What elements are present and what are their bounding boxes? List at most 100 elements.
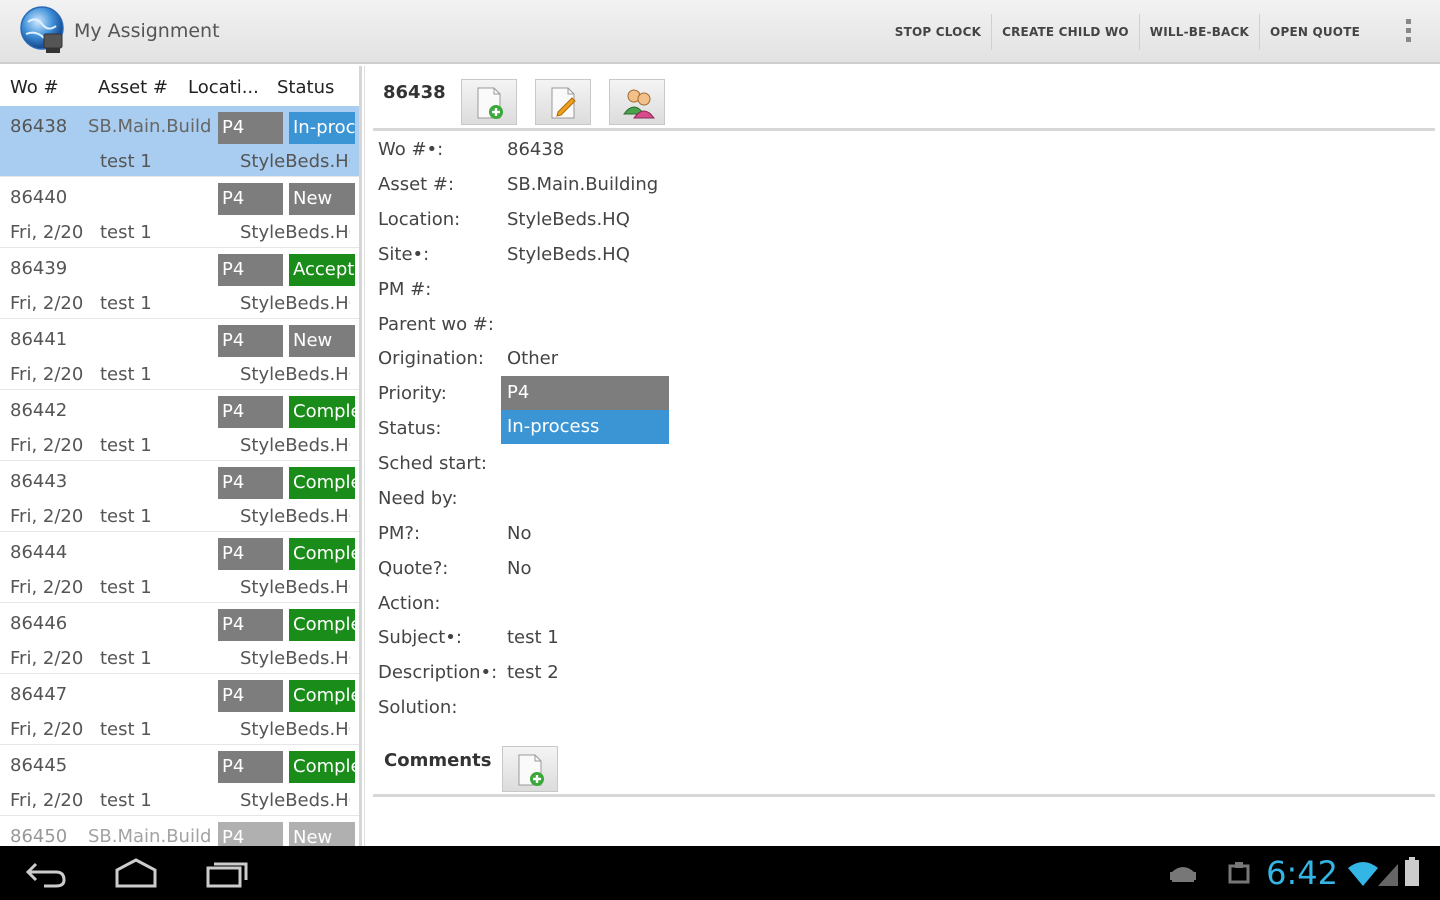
location: StyleBeds.HQ — [240, 222, 350, 243]
subject: test 1 — [100, 790, 152, 811]
new-document-icon — [477, 87, 503, 119]
asset-number: SB.Main.Building — [88, 116, 212, 137]
subject: test 1 — [100, 293, 152, 314]
label-quote: Quote?: — [378, 558, 449, 579]
label-solution: Solution: — [378, 697, 458, 718]
value-subject: test 1 — [507, 627, 559, 648]
header-divider — [373, 128, 1435, 131]
priority-badge: P4 — [218, 112, 283, 144]
header-status[interactable]: Status — [277, 77, 334, 98]
label-asset: Asset #: — [378, 174, 455, 195]
header-asset[interactable]: Asset # — [98, 77, 168, 98]
value-quote: No — [507, 558, 532, 579]
list-item[interactable]: 86440 P4 New Fri, 2/20 test 1 StyleBeds.… — [0, 177, 359, 248]
label-priority: Priority: — [378, 383, 447, 404]
value-site: StyleBeds.HQ — [507, 244, 630, 265]
label-pm: PM?: — [378, 523, 421, 544]
comments-divider — [373, 794, 1435, 797]
status-badge: Completed — [289, 467, 355, 499]
header-wo[interactable]: Wo # — [10, 77, 59, 98]
recent-apps-icon[interactable] — [204, 856, 250, 890]
status-badge: Completed — [289, 538, 355, 570]
battery-icon — [1405, 857, 1419, 886]
subject: test 1 — [100, 151, 152, 172]
new-document-icon — [518, 754, 544, 786]
value-location: StyleBeds.HQ — [507, 209, 630, 230]
value-description: test 2 — [507, 662, 559, 683]
edit-document-icon — [551, 87, 576, 119]
home-icon[interactable] — [113, 856, 159, 890]
list-item[interactable]: 86450 SB.Main.Building P4 New — [0, 816, 359, 846]
list-item[interactable]: 86439 P4 Accepted Fri, 2/20 test 1 Style… — [0, 248, 359, 319]
list-item[interactable]: 86447 P4 Completed Fri, 2/20 test 1 Styl… — [0, 674, 359, 745]
status-badge: New — [289, 183, 355, 215]
status-badge: Accepted — [289, 254, 355, 286]
value-wo-number: 86438 — [507, 139, 565, 160]
wo-number: 86445 — [10, 755, 68, 776]
list-item[interactable]: 86442 P4 Completed Fri, 2/20 test 1 Styl… — [0, 390, 359, 461]
work-order-list[interactable]: Wo # Asset # Locati... Status 86438 SB.M… — [0, 66, 362, 846]
priority-selector[interactable]: P4 — [501, 376, 669, 410]
overflow-menu-icon[interactable] — [1400, 16, 1416, 48]
date: Fri, 2/20 — [10, 506, 84, 527]
add-comment-button[interactable] — [502, 746, 558, 792]
list-item[interactable]: 86446 P4 Completed Fri, 2/20 test 1 Styl… — [0, 603, 359, 674]
stop-clock-button[interactable]: STOP CLOCK — [885, 14, 993, 50]
date: Fri, 2/20 — [10, 577, 84, 598]
priority-badge: P4 — [218, 183, 283, 215]
list-item[interactable]: 86443 P4 Completed Fri, 2/20 test 1 Styl… — [0, 461, 359, 532]
status-selector[interactable]: In-process — [501, 410, 669, 444]
location: StyleBeds.HQ — [240, 293, 350, 314]
date: Fri, 2/20 — [10, 790, 84, 811]
location: StyleBeds.HQ — [240, 719, 350, 740]
detail-wo-number: 86438 — [383, 82, 446, 103]
value-pm: No — [507, 523, 532, 544]
priority-badge: P4 — [218, 680, 283, 712]
wo-number: 86447 — [10, 684, 68, 705]
status-badge: New — [289, 325, 355, 357]
label-location: Location: — [378, 209, 461, 230]
location: StyleBeds.HQ — [240, 151, 350, 172]
will-be-back-button[interactable]: WILL-BE-BACK — [1140, 14, 1261, 50]
label-wo-number: Wo #•: — [378, 139, 444, 160]
open-quote-button[interactable]: OPEN QUOTE — [1260, 14, 1370, 50]
wo-number: 86441 — [10, 329, 68, 350]
list-item[interactable]: 86445 P4 Completed Fri, 2/20 test 1 Styl… — [0, 745, 359, 816]
back-icon[interactable] — [24, 856, 68, 890]
wo-number: 86440 — [10, 187, 68, 208]
wo-number: 86444 — [10, 542, 68, 563]
date: Fri, 2/20 — [10, 222, 84, 243]
label-status: Status: — [378, 418, 442, 439]
subject: test 1 — [100, 577, 152, 598]
label-action: Action: — [378, 593, 441, 614]
wo-number: 86446 — [10, 613, 68, 634]
assign-users-button[interactable] — [609, 79, 665, 125]
priority-badge: P4 — [218, 467, 283, 499]
list-item[interactable]: 86444 P4 Completed Fri, 2/20 test 1 Styl… — [0, 532, 359, 603]
priority-badge: P4 — [218, 325, 283, 357]
status-badge: In-process — [289, 112, 355, 144]
work-order-detail: 86438 Wo #•: 86438 Asset #: SB.Main.Buil… — [364, 66, 1440, 846]
subject: test 1 — [100, 222, 152, 243]
create-child-wo-button[interactable]: CREATE CHILD WO — [992, 14, 1140, 50]
list-item[interactable]: 86438 SB.Main.Building P4 In-process tes… — [0, 106, 359, 177]
date: Fri, 2/20 — [10, 435, 84, 456]
priority-badge: P4 — [218, 538, 283, 570]
header-location[interactable]: Locati... — [188, 77, 259, 98]
label-sched-start: Sched start: — [378, 453, 487, 474]
location: StyleBeds.HQ — [240, 435, 350, 456]
list-item[interactable]: 86441 P4 New Fri, 2/20 test 1 StyleBeds.… — [0, 319, 359, 390]
add-attachment-button[interactable] — [461, 79, 517, 125]
location: StyleBeds.HQ — [240, 648, 350, 669]
label-origination: Origination: — [378, 348, 484, 369]
notification-android-icon[interactable] — [1168, 860, 1198, 886]
priority-badge: P4 — [218, 609, 283, 641]
subject: test 1 — [100, 719, 152, 740]
globe-app-icon[interactable] — [18, 4, 70, 56]
wo-number: 86438 — [10, 116, 68, 137]
notification-sync-icon[interactable] — [1224, 860, 1254, 886]
edit-button[interactable] — [535, 79, 591, 125]
location: StyleBeds.HQ — [240, 506, 350, 527]
app-title: My Assignment — [74, 20, 220, 42]
priority-badge: P4 — [218, 822, 283, 846]
